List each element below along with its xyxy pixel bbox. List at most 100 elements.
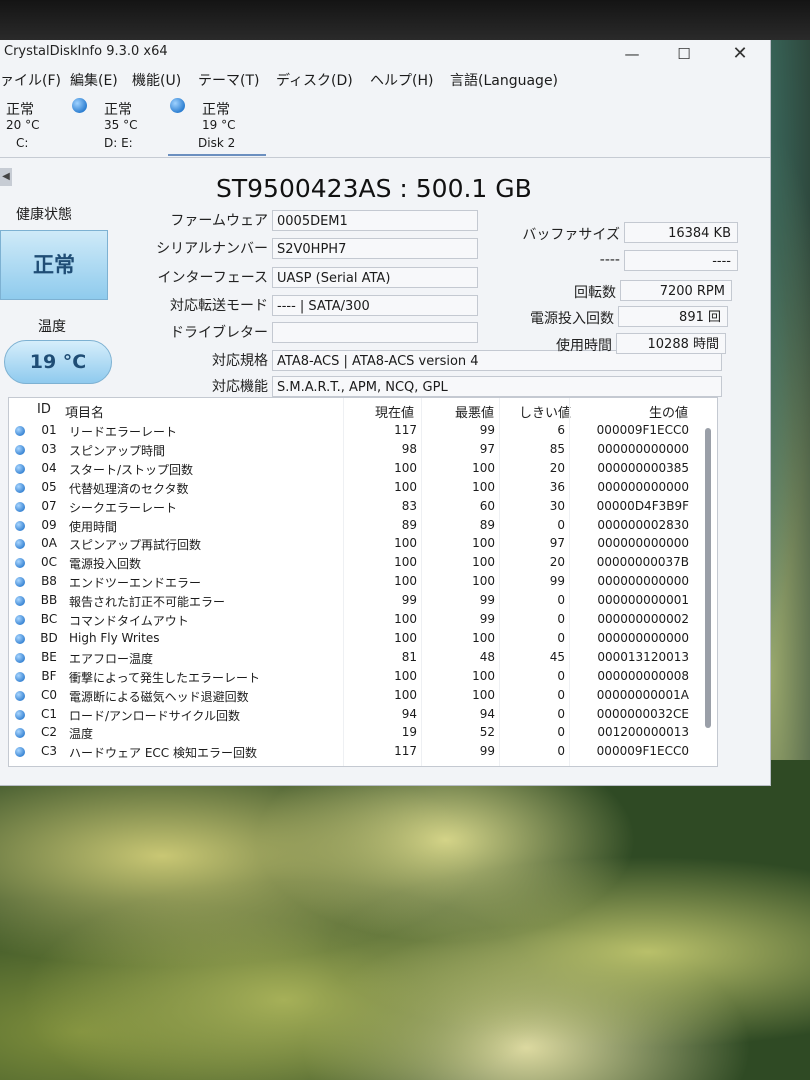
table-row[interactable]: B8 エンドツーエンドエラー 100 100 99 000000000000 — [9, 573, 701, 591]
maximize-button[interactable]: ☐ — [664, 40, 704, 68]
table-row[interactable]: 09 使用時間 89 89 0 000000002830 — [9, 517, 701, 535]
attribute-name: 電源投入回数 — [69, 557, 142, 572]
power-on-count-label: 電源投入回数 — [530, 311, 614, 327]
table-row[interactable]: BE エアフロー温度 81 48 45 000013120013 — [9, 649, 701, 667]
threshold-value: 0 — [557, 517, 565, 532]
smart-attribute-table[interactable]: ID 項目名 現在値 最悪値 しきい値 生の値 01 リードエラーレート 117 99… — [8, 397, 718, 767]
table-row[interactable]: 04 スタート/ストップ回数 100 100 20 000000000385 — [9, 460, 701, 478]
column-header-name[interactable]: 項目名 — [65, 402, 104, 421]
title-bar[interactable]: CrystalDiskInfo 9.3.0 x64 — ☐ ✕ — [0, 40, 770, 64]
threshold-value: 0 — [557, 744, 565, 759]
menu-theme[interactable]: テーマ(T) — [198, 70, 259, 90]
disk-tab-de[interactable]: 正常 35 °C D: E: — [70, 96, 160, 154]
attribute-name: スピンアップ再試行回数 — [69, 538, 202, 553]
disk-drive: C: — [16, 136, 29, 150]
attribute-id: C3 — [40, 744, 57, 759]
raw-value: 00000D4F3B9F — [596, 498, 689, 513]
menu-help[interactable]: ヘルプ(H) — [370, 70, 433, 90]
current-value: 117 — [394, 423, 417, 437]
menu-bar: ァイル(F) 編集(E) 機能(U) テーマ(T) ディスク(D) ヘルプ(H)… — [0, 70, 770, 92]
column-header-raw[interactable]: 生の値 — [649, 402, 688, 421]
table-row[interactable]: 01 リードエラーレート 117 99 6 000009F1ECC0 — [9, 422, 701, 440]
column-header-current[interactable]: 現在値 — [375, 402, 414, 421]
table-row[interactable]: BC コマンドタイムアウト 100 99 0 000000000002 — [9, 611, 701, 629]
threshold-value: 0 — [557, 630, 565, 645]
attribute-id: C0 — [40, 687, 57, 702]
worst-value: 94 — [479, 706, 495, 721]
disk-temperature: 20 °C — [6, 118, 40, 132]
column-header-id[interactable]: ID — [37, 402, 51, 417]
menu-language[interactable]: 言語(Language) — [450, 70, 558, 90]
current-value: 100 — [394, 536, 417, 551]
worst-value: 100 — [472, 630, 495, 645]
current-value: 83 — [401, 498, 417, 513]
raw-value: 0000000032CE — [596, 706, 689, 721]
raw-value: 000000002830 — [597, 517, 689, 532]
current-value: 100 — [394, 612, 417, 626]
disk-tab-disk2[interactable]: 正常 19 °C Disk 2 — [168, 96, 266, 156]
table-row[interactable]: C3 ハードウェア ECC 検知エラー回数 117 99 0 000009F1ECC0 — [9, 743, 701, 761]
raw-value: 00000000037B — [596, 555, 689, 570]
threshold-value: 0 — [557, 612, 565, 626]
health-status-button[interactable]: 正常 — [0, 230, 108, 300]
column-header-threshold[interactable]: しきい値 — [519, 402, 571, 421]
attribute-id: BC — [40, 612, 58, 626]
table-scrollbar[interactable] — [705, 428, 711, 728]
health-dot-icon — [15, 690, 25, 701]
menu-disk[interactable]: ディスク(D) — [276, 70, 353, 90]
health-label: 健康状態 — [16, 207, 72, 223]
temperature-button[interactable]: 19 °C — [4, 340, 112, 384]
threshold-value: 0 — [557, 593, 565, 608]
worst-value: 99 — [479, 423, 495, 437]
table-row[interactable]: C1 ロード/アンロードサイクル回数 94 94 0 0000000032CE — [9, 706, 701, 724]
health-dot-icon — [15, 728, 25, 739]
table-row[interactable]: 0C 電源投入回数 100 100 20 00000000037B — [9, 554, 701, 572]
rotation-value: 7200 RPM — [620, 280, 732, 301]
temperature-label: 温度 — [38, 319, 66, 335]
worst-value: 99 — [479, 612, 495, 626]
raw-value: 000000000008 — [597, 668, 689, 683]
previous-disk-arrow-icon[interactable]: ◀ — [0, 168, 12, 186]
attribute-name: エンドツーエンドエラー — [69, 576, 202, 591]
worst-value: 52 — [479, 725, 495, 740]
column-header-worst[interactable]: 最悪値 — [455, 402, 494, 421]
attribute-name: 電源断による磁気ヘッド退避回数 — [69, 689, 249, 704]
table-row[interactable]: 07 シークエラーレート 83 60 30 00000D4F3B9F — [9, 498, 701, 516]
transfer-mode-label: 対応転送モード — [170, 298, 268, 314]
attribute-name: シークエラーレート — [69, 500, 178, 515]
table-row[interactable]: BD High Fly Writes 100 100 0 000000000000 — [9, 630, 701, 648]
current-value: 100 — [394, 555, 417, 570]
table-row[interactable]: 03 スピンアップ時間 98 97 85 000000000000 — [9, 441, 701, 459]
worst-value: 48 — [479, 649, 495, 664]
worst-value: 100 — [472, 536, 495, 551]
health-dot-icon — [15, 747, 25, 758]
table-row[interactable]: BF 衝撃によって発生したエラーレート 100 100 0 000000000008 — [9, 668, 701, 686]
transfer-mode-value: ---- | SATA/300 — [272, 295, 478, 316]
minimize-button[interactable]: — — [612, 40, 652, 68]
health-dot-icon — [15, 596, 25, 607]
table-row[interactable]: C2 温度 19 52 0 001200000013 — [9, 724, 701, 742]
health-dot-icon — [15, 652, 25, 663]
disk-drive: Disk 2 — [198, 136, 236, 150]
table-row[interactable]: 05 代替処理済のセクタ数 100 100 36 000000000000 — [9, 479, 701, 497]
disk-drive: D: E: — [104, 136, 133, 150]
menu-edit[interactable]: 編集(E) — [70, 70, 118, 90]
attribute-id: BB — [40, 593, 58, 608]
worst-value: 100 — [472, 668, 495, 683]
interface-label: インターフェース — [157, 270, 268, 286]
attribute-id: 09 — [41, 517, 57, 532]
disk-tab-c[interactable]: 正常 20 °C C: — [0, 96, 62, 154]
health-dot-icon — [15, 482, 25, 493]
table-row[interactable]: BB 報告された訂正不可能エラー 99 99 0 000000000001 — [9, 592, 701, 610]
menu-file[interactable]: ァイル(F) — [0, 70, 61, 90]
menu-function[interactable]: 機能(U) — [132, 70, 181, 90]
current-value: 89 — [401, 517, 417, 532]
worst-value: 100 — [472, 479, 495, 494]
table-row[interactable]: C0 電源断による磁気ヘッド退避回数 100 100 0 00000000001A — [9, 687, 701, 705]
worst-value: 99 — [479, 593, 495, 608]
health-dot-icon — [15, 558, 25, 569]
attribute-id: BD — [40, 630, 58, 645]
table-row[interactable]: 0A スピンアップ再試行回数 100 100 97 000000000000 — [9, 535, 701, 553]
close-button[interactable]: ✕ — [720, 40, 760, 68]
attribute-id: 05 — [41, 479, 57, 494]
